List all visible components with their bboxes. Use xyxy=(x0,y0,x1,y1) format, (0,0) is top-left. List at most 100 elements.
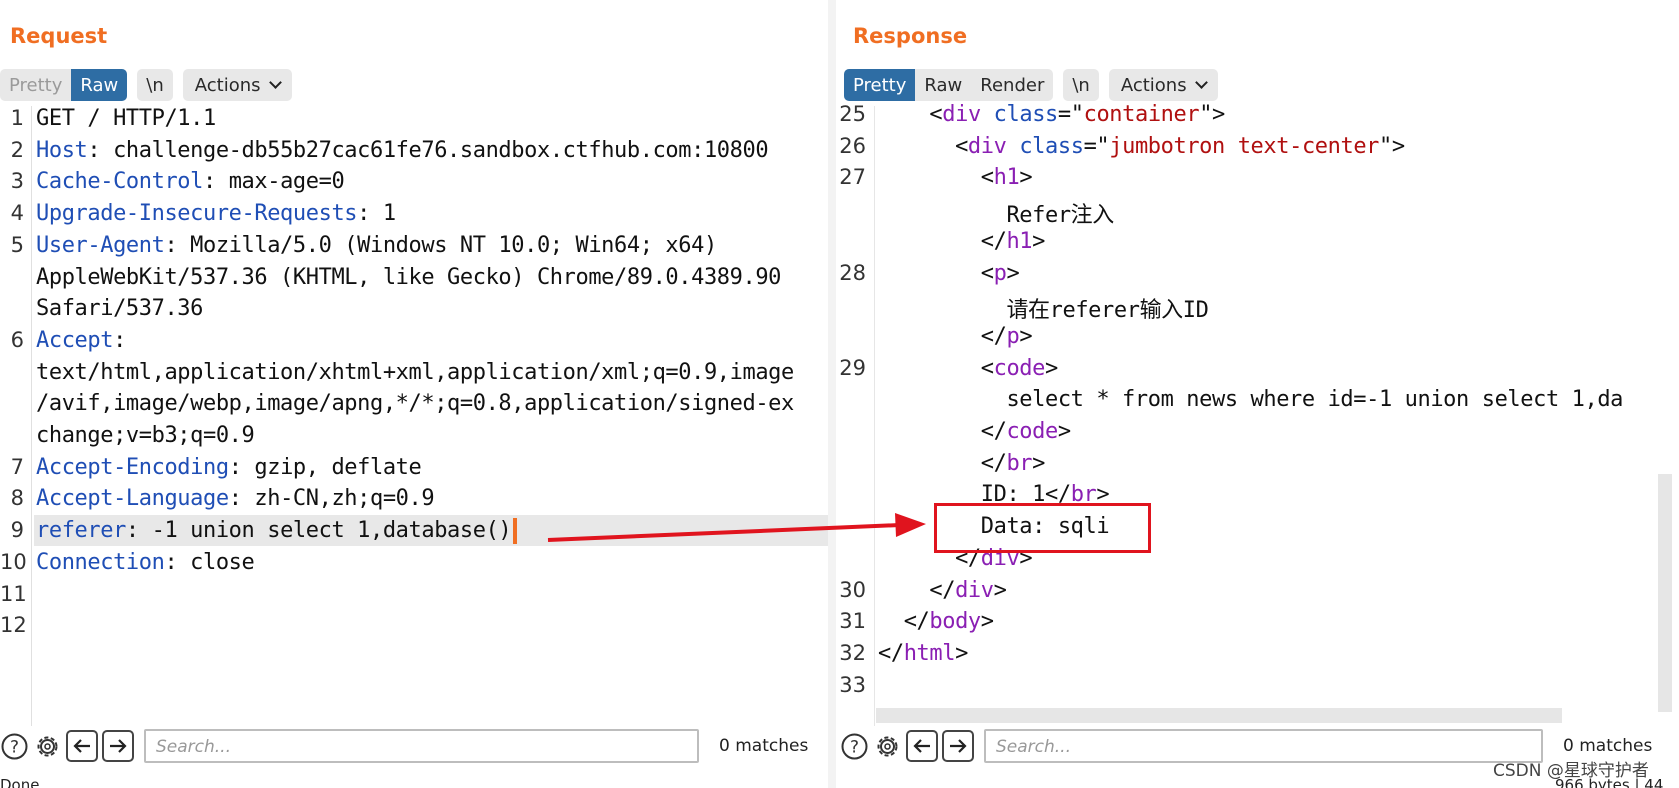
code-token: : Mozilla/5.0 (Windows NT 10.0; Win64; x… xyxy=(164,232,717,258)
previous-match-button[interactable] xyxy=(906,730,938,762)
arrow-right-icon xyxy=(950,739,967,753)
line-number: 26 xyxy=(839,133,866,158)
code-line: </body> xyxy=(878,609,994,634)
line-number: 28 xyxy=(839,260,866,285)
code-token: < xyxy=(878,133,968,159)
code-token: p xyxy=(1006,323,1020,349)
text-caret xyxy=(513,518,518,545)
code-token: > xyxy=(955,640,968,666)
request-actions-label: Actions xyxy=(194,74,261,96)
code-line: change;v=b3;q=0.9 xyxy=(36,423,255,448)
request-status: Done xyxy=(0,776,40,788)
code-token: "> xyxy=(1199,102,1225,127)
previous-match-button[interactable] xyxy=(66,730,98,762)
settings-button[interactable] xyxy=(873,732,902,761)
code-token: Host xyxy=(36,137,88,163)
code-line: <p> xyxy=(878,260,1020,286)
code-token: : challenge-db55b27cac61fe76.sandbox.ctf… xyxy=(87,137,769,163)
request-search-input[interactable]: Search... xyxy=(144,729,699,763)
next-match-button[interactable] xyxy=(942,730,974,762)
code-line: GET / HTTP/1.1 xyxy=(36,106,216,131)
code-token: h1 xyxy=(993,165,1020,191)
code-token: </ xyxy=(878,228,1007,254)
code-line: </p> xyxy=(878,323,1033,349)
response-vertical-scrollbar[interactable] xyxy=(1658,474,1672,712)
code-token: h1 xyxy=(1006,228,1033,254)
arrow-right-icon xyxy=(110,739,127,753)
help-button[interactable]: ? xyxy=(840,732,869,761)
request-newline-toggle[interactable]: \n xyxy=(137,69,173,101)
svg-text:?: ? xyxy=(850,737,859,757)
code-token: User-Agent xyxy=(36,232,165,258)
chevron-down-icon xyxy=(1194,76,1208,89)
request-search-bar: ? Search... 0 matches xyxy=(0,728,808,764)
gear-icon xyxy=(877,736,898,756)
request-pane: Request Pretty Raw \n Actions 1 GET / HTT… xyxy=(0,0,832,788)
response-pane: Response Pretty Raw Render \n Actions 25… xyxy=(836,0,1679,788)
line-number: 31 xyxy=(839,609,866,634)
code-token: code xyxy=(993,355,1046,381)
code-token: > xyxy=(1045,355,1058,381)
response-newline-toggle[interactable]: \n xyxy=(1063,69,1099,101)
code-token: div xyxy=(967,133,1007,159)
code-line: text/html,application/xhtml+xml,applicat… xyxy=(36,360,794,385)
response-toolbar: Pretty Raw Render \n Actions xyxy=(844,69,1228,101)
code-token: : max-age=0 xyxy=(203,169,345,195)
code-line: </div> xyxy=(878,577,1007,603)
code-line: <code> xyxy=(878,355,1059,381)
annotation-arrow-icon xyxy=(547,513,926,542)
code-line: Connection: close xyxy=(36,550,255,575)
code-token: Accept-Encoding xyxy=(36,454,229,480)
response-raw-tab[interactable]: Raw xyxy=(915,69,971,101)
help-button[interactable]: ? xyxy=(0,732,29,761)
code-line: AppleWebKit/537.36 (KHTML, like Gecko) C… xyxy=(36,265,781,290)
code-token: > xyxy=(1032,450,1046,476)
code-token: < xyxy=(878,355,994,381)
code-token: change;v=b3;q=0.9 xyxy=(36,423,255,448)
code-token: : xyxy=(113,327,126,353)
code-token: > xyxy=(980,609,994,635)
code-token: Accept-Language xyxy=(36,486,229,512)
arrow-left-icon xyxy=(73,739,90,753)
response-horizontal-scrollbar[interactable] xyxy=(876,708,1562,723)
response-actions-menu[interactable]: Actions xyxy=(1108,69,1218,101)
line-number: 30 xyxy=(839,577,866,602)
code-token: class xyxy=(993,102,1059,127)
code-token: > xyxy=(1019,323,1033,349)
request-actions-inner: Actions xyxy=(183,69,292,101)
response-title: Response xyxy=(853,24,968,48)
request-pretty-tab[interactable]: Pretty xyxy=(0,69,71,101)
code-line: Upgrade-Insecure-Requests: 1 xyxy=(36,201,396,226)
code-line: Safari/537.36 xyxy=(36,296,203,321)
code-token: </ xyxy=(878,323,1007,349)
code-token: select * from news where id=-1 union sel… xyxy=(878,387,1624,413)
code-line: <div class="jumbotron text-center"> xyxy=(878,134,1405,159)
line-number: 32 xyxy=(839,640,866,665)
code-line: </html> xyxy=(878,641,968,666)
response-search-input[interactable]: Search... xyxy=(984,729,1543,763)
code-token: > xyxy=(1019,165,1033,191)
code-token: div xyxy=(942,102,981,127)
code-token: </ xyxy=(878,609,930,635)
code-line: Host: challenge-db55b27cac61fe76.sandbox… xyxy=(36,137,769,163)
code-line: User-Agent: Mozilla/5.0 (Windows NT 10.0… xyxy=(36,233,717,258)
code-token: html xyxy=(903,640,956,666)
response-pretty-tab[interactable]: Pretty xyxy=(844,69,916,101)
request-raw-tab[interactable]: Raw xyxy=(71,69,128,101)
code-token: > xyxy=(993,577,1007,603)
code-token: > xyxy=(1006,260,1020,286)
code-token: text/html,application/xhtml+xml,applicat… xyxy=(36,359,794,385)
code-line: Cache-Control: max-age=0 xyxy=(36,169,345,195)
code-token: </ xyxy=(878,419,1007,444)
settings-button[interactable] xyxy=(33,732,62,761)
response-render-tab[interactable]: Render xyxy=(971,69,1053,101)
code-line: Refer注入 xyxy=(878,197,1114,229)
request-actions-menu[interactable]: Actions xyxy=(182,69,292,101)
code-token: 请在referer输入ID xyxy=(878,298,1209,324)
watermark: CSDN @星球守护者 xyxy=(1493,761,1649,781)
code-token: GET / HTTP/1.1 xyxy=(36,106,216,131)
code-token: : gzip, deflate xyxy=(228,454,422,480)
next-match-button[interactable] xyxy=(102,730,134,762)
